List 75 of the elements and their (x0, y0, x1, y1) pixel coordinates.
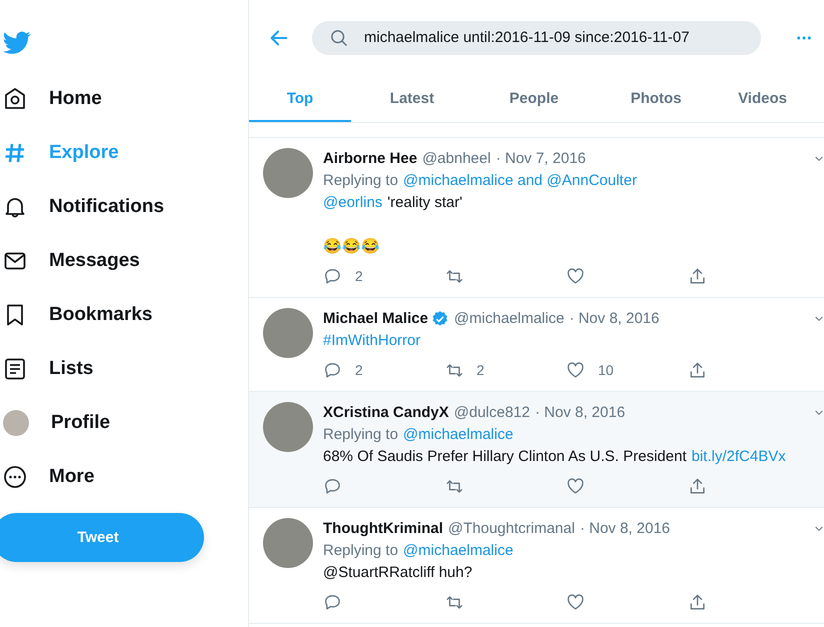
more-icon (3, 465, 27, 489)
nav-item[interactable]: Messages (0, 234, 140, 288)
bird-logo-icon[interactable] (3, 31, 31, 55)
replying-to-label: Replying to (323, 171, 398, 191)
action-count: 2 (476, 361, 484, 380)
heart-icon[interactable] (566, 476, 585, 496)
tab[interactable]: Top (249, 75, 351, 122)
share-icon[interactable] (688, 476, 706, 496)
search-field[interactable]: michaelmalice until:2016-11-09 since:2016-11-07 (312, 20, 761, 54)
tweet-date[interactable]: · Nov 8, 2016 (569, 308, 660, 330)
user-name[interactable]: XCristina CandyX (323, 402, 449, 424)
tab[interactable]: People (473, 75, 595, 122)
tab[interactable]: Latest (351, 75, 473, 122)
share-icon[interactable] (688, 592, 706, 612)
tweet-card[interactable]: Airborne Hee @abnheel · Nov 7, 2016 Replying to @michaelmalice and @AnnCoulter @eorlins 'reality star' 😂😂😂 2 (249, 138, 824, 298)
tweet-date[interactable]: · Nov 7, 2016 (496, 148, 586, 170)
nav-item[interactable]: Notifications (0, 180, 164, 234)
action-count: 2 (355, 267, 363, 286)
list-icon (3, 357, 27, 381)
tab[interactable]: Photos (595, 75, 717, 122)
nav-item[interactable]: Bookmarks (0, 288, 152, 342)
tweet-link[interactable]: #ImWithHorror (323, 330, 421, 352)
avatar[interactable] (263, 518, 313, 568)
user-name[interactable]: Michael Malice (323, 308, 428, 330)
user-handle[interactable]: @dulce812 (454, 402, 530, 424)
tweet-date[interactable]: · Nov 8, 2016 (580, 518, 670, 540)
action-count: 10 (598, 361, 614, 380)
nav-item[interactable]: Lists (0, 342, 94, 396)
tweet-date[interactable]: · Nov 8, 2016 (535, 402, 626, 424)
bell-icon (3, 195, 27, 219)
tab[interactable]: Videos (717, 75, 802, 122)
emoji-text: 😂😂😂 (323, 237, 380, 257)
heart-icon[interactable] (566, 592, 585, 612)
user-handle[interactable]: @Thoughtcrimanal (448, 518, 575, 540)
tweet-card[interactable]: ThoughtKriminal @Thoughtcrimanal · Nov 8, 2016 Replying to @michaelmalice @StuartRRatcliff huh? (249, 508, 824, 624)
nav-item[interactable]: Profile (0, 396, 110, 450)
replying-to-label: Replying to (323, 425, 398, 445)
share-icon[interactable] (688, 360, 706, 380)
hashtag-icon (3, 141, 27, 165)
nav-item[interactable]: More (0, 450, 94, 504)
avatar[interactable] (263, 402, 313, 452)
profile-avatar (3, 410, 29, 436)
chevron-icon[interactable] (815, 156, 823, 162)
mention-link[interactable]: @michaelmalice and @AnnCoulter (403, 170, 637, 192)
chevron-icon[interactable] (815, 316, 823, 322)
tweet-text: 68% Of Saudis Prefer Hillary Clinton As U.S. President (323, 447, 686, 467)
tweet-link[interactable]: @eorlins (323, 192, 382, 214)
mention-link[interactable]: @michaelmalice (403, 540, 514, 562)
mention-link[interactable]: @michaelmalice (403, 424, 514, 446)
chevron-icon[interactable] (815, 410, 823, 416)
user-name[interactable]: ThoughtKriminal (323, 518, 443, 540)
heart-icon[interactable] (566, 266, 585, 286)
user-name[interactable]: Airborne Hee (323, 148, 418, 170)
nav-item[interactable]: Home (0, 72, 102, 126)
share-icon[interactable] (688, 266, 706, 286)
tweet-link[interactable]: bit.ly/2fC4BVx (692, 446, 786, 468)
more-options-icon[interactable] (796, 34, 812, 40)
heart-icon[interactable] (566, 360, 585, 380)
chevron-icon[interactable] (815, 526, 823, 532)
user-handle[interactable]: @abnheel (422, 148, 491, 170)
avatar[interactable] (263, 148, 313, 198)
tweet-button[interactable]: Tweet (0, 513, 204, 562)
home-icon (3, 87, 27, 111)
avatar[interactable] (263, 308, 313, 358)
nav-item[interactable]: Explore (0, 126, 119, 180)
tweet-text: 'reality star' (387, 193, 462, 213)
user-handle[interactable]: @michaelmalice (454, 308, 564, 330)
reply-icon[interactable] (323, 360, 342, 380)
replying-to-label: Replying to (323, 541, 398, 561)
reply-icon[interactable] (323, 476, 342, 496)
reply-icon[interactable] (323, 266, 342, 286)
tweet-text: @StuartRRatcliff huh? (323, 563, 472, 583)
reply-icon[interactable] (323, 592, 342, 612)
action-count: 2 (355, 361, 363, 380)
tweet-card[interactable]: XCristina CandyX @dulce812 · Nov 8, 2016 Replying to @michaelmalice 68% Of Saudis Prefer Hillary Clinton As U.S. President bit.ly/2fC4BVx (249, 392, 824, 508)
